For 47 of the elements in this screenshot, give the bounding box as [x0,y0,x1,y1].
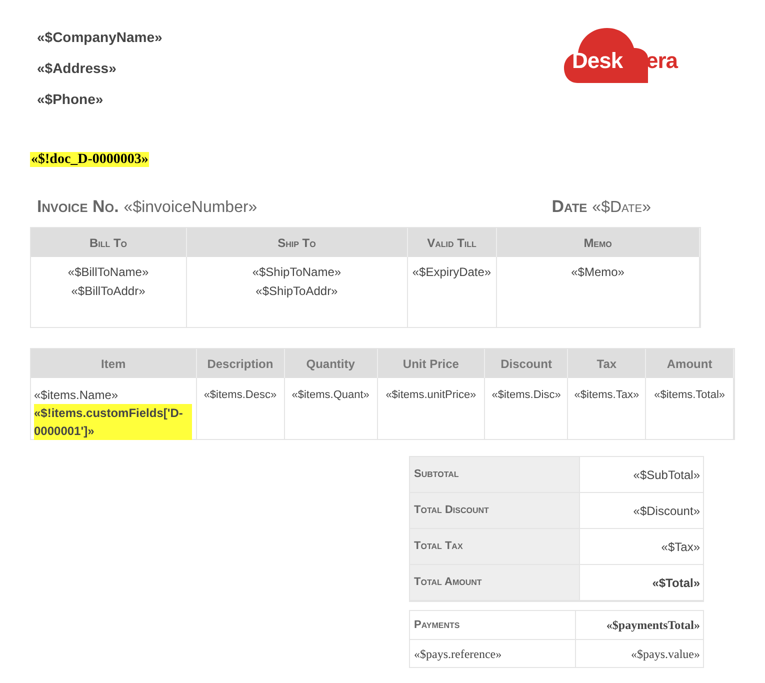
company-field: «$CompanyName» [37,28,162,47]
table-cell-text: «$BillToAddr» [71,283,146,300]
table-cell-text: «$items.Tax» [574,388,640,403]
item-name: «$items.Name» [34,387,120,404]
company-field: «$Phone» [37,90,162,109]
date-label: Date [552,196,588,218]
column-header: Valid Till [408,228,497,257]
payment-value: «$pays.value» [631,646,700,662]
column-header: Memo [496,228,700,257]
custom-field-tag: «$!items.customFields['D-0000001']» [34,404,192,440]
company-field: «$Address» [37,59,162,78]
table-cell-text: «$items.Disc» [492,388,561,403]
table-cell-text: «$items.unitPrice» [386,388,476,403]
logo-text: era [646,48,678,74]
column-header: Tax [568,349,646,378]
total-value: «$Tax» [661,538,700,556]
invoice-number-value: «$invoiceNumber» [124,198,258,218]
column-header: Amount [646,349,734,378]
invoice-number-label: Invoice No. [37,196,119,218]
total-label: Subtotal [414,467,459,482]
payment-reference: «$pays.reference» [414,646,502,662]
total-label: Total Tax [414,539,463,554]
document-tag: «$!doc_D-0000003» [30,152,150,167]
date-value: «$Date» [592,198,651,218]
payments-total: «$paymentsTotal» [606,617,700,634]
table-cell-text: «$Memo» [571,264,624,281]
column-header: Unit Price [378,349,486,378]
table-cell-text: «$items.Total» [654,388,726,403]
table-cell-text: «$BillToName» [68,264,149,281]
column-header: Item [31,349,197,378]
column-header: Description [196,349,285,378]
table-cell-text: «$items.Desc» [204,388,277,403]
column-header: Quantity [284,349,378,378]
column-header: Discount [485,349,568,378]
total-label: Total Amount [414,575,482,590]
total-value: «$SubTotal» [633,466,700,484]
payments-label: Payments [414,618,460,633]
table-cell-text: «$ShipToName» [252,264,342,281]
table-cell-text: «$items.Quant» [292,388,370,403]
total-value: «$Discount» [633,502,700,520]
total-value: «$Total» [652,574,700,592]
column-header: Bill To [31,228,187,257]
table-cell-text: «$ShipToAddr» [256,283,338,300]
total-label: Total Discount [414,503,489,518]
logo-text: Desk [572,48,624,74]
column-header: Ship To [186,228,408,257]
table-cell-text: «$ExpiryDate» [412,264,492,281]
